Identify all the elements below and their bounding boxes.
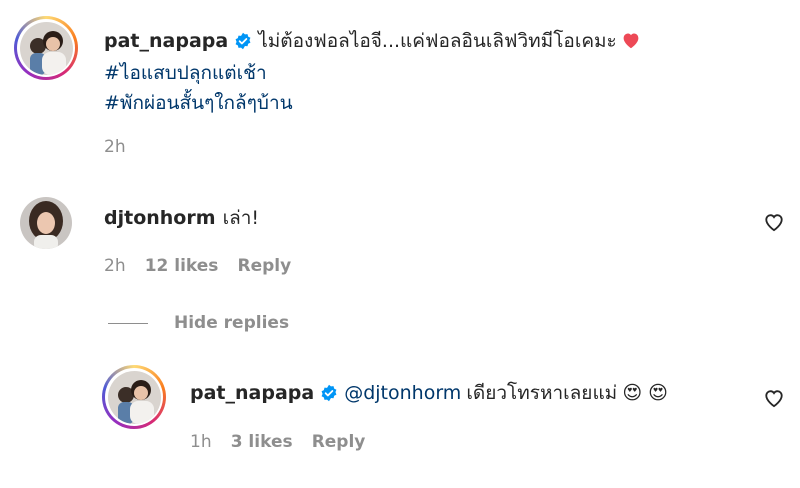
like-heart-icon[interactable] xyxy=(763,388,785,412)
comment-timestamp[interactable]: 2h xyxy=(104,256,126,276)
verified-badge-icon xyxy=(320,384,338,406)
reply-timestamp[interactable]: 1h xyxy=(190,432,212,452)
hashtag-link[interactable]: #พักผ่อนสั้นๆใกล้ๆบ้าน xyxy=(104,88,293,118)
post-caption-text: ไม่ต้องฟอลไอจี...แค่ฟอลอินเลิฟวิทมีโอเคม… xyxy=(258,30,617,52)
like-heart-icon[interactable] xyxy=(763,212,785,236)
hashtag-link[interactable]: #ไอแสบปลุกแต่เช้า xyxy=(104,58,267,88)
reply-text: เดียวโทรหาเลยแม่ xyxy=(466,382,618,404)
post-author-avatar[interactable] xyxy=(14,16,78,80)
reply-likes-count[interactable]: 3 likes xyxy=(231,432,293,452)
reply-button[interactable]: Reply xyxy=(238,256,292,276)
post-timestamp[interactable]: 2h xyxy=(104,137,126,157)
reply-author-username[interactable]: pat_napapa xyxy=(190,382,314,404)
red-heart-icon xyxy=(623,33,639,49)
commenter-photo xyxy=(20,197,72,249)
mention-link[interactable]: @djtonhorm xyxy=(344,382,461,404)
hide-replies-label[interactable]: Hide replies xyxy=(174,313,289,333)
comment-likes-count[interactable]: 12 likes xyxy=(145,256,219,276)
reply-button[interactable]: Reply xyxy=(312,432,366,452)
heart-emoji xyxy=(621,30,641,52)
verified-badge-icon xyxy=(234,32,252,54)
reply-author-photo xyxy=(107,370,161,424)
commenter-username[interactable]: djtonhorm xyxy=(104,207,216,229)
commenter-avatar[interactable] xyxy=(20,197,72,249)
reply-author-avatar[interactable] xyxy=(102,365,166,429)
post-author-username[interactable]: pat_napapa xyxy=(104,30,228,52)
post-author-photo xyxy=(19,21,73,75)
heart-eyes-emoji: 😍 😍 xyxy=(622,382,668,404)
comment-text: เล่า! xyxy=(222,207,260,229)
hide-replies-divider xyxy=(108,323,148,324)
